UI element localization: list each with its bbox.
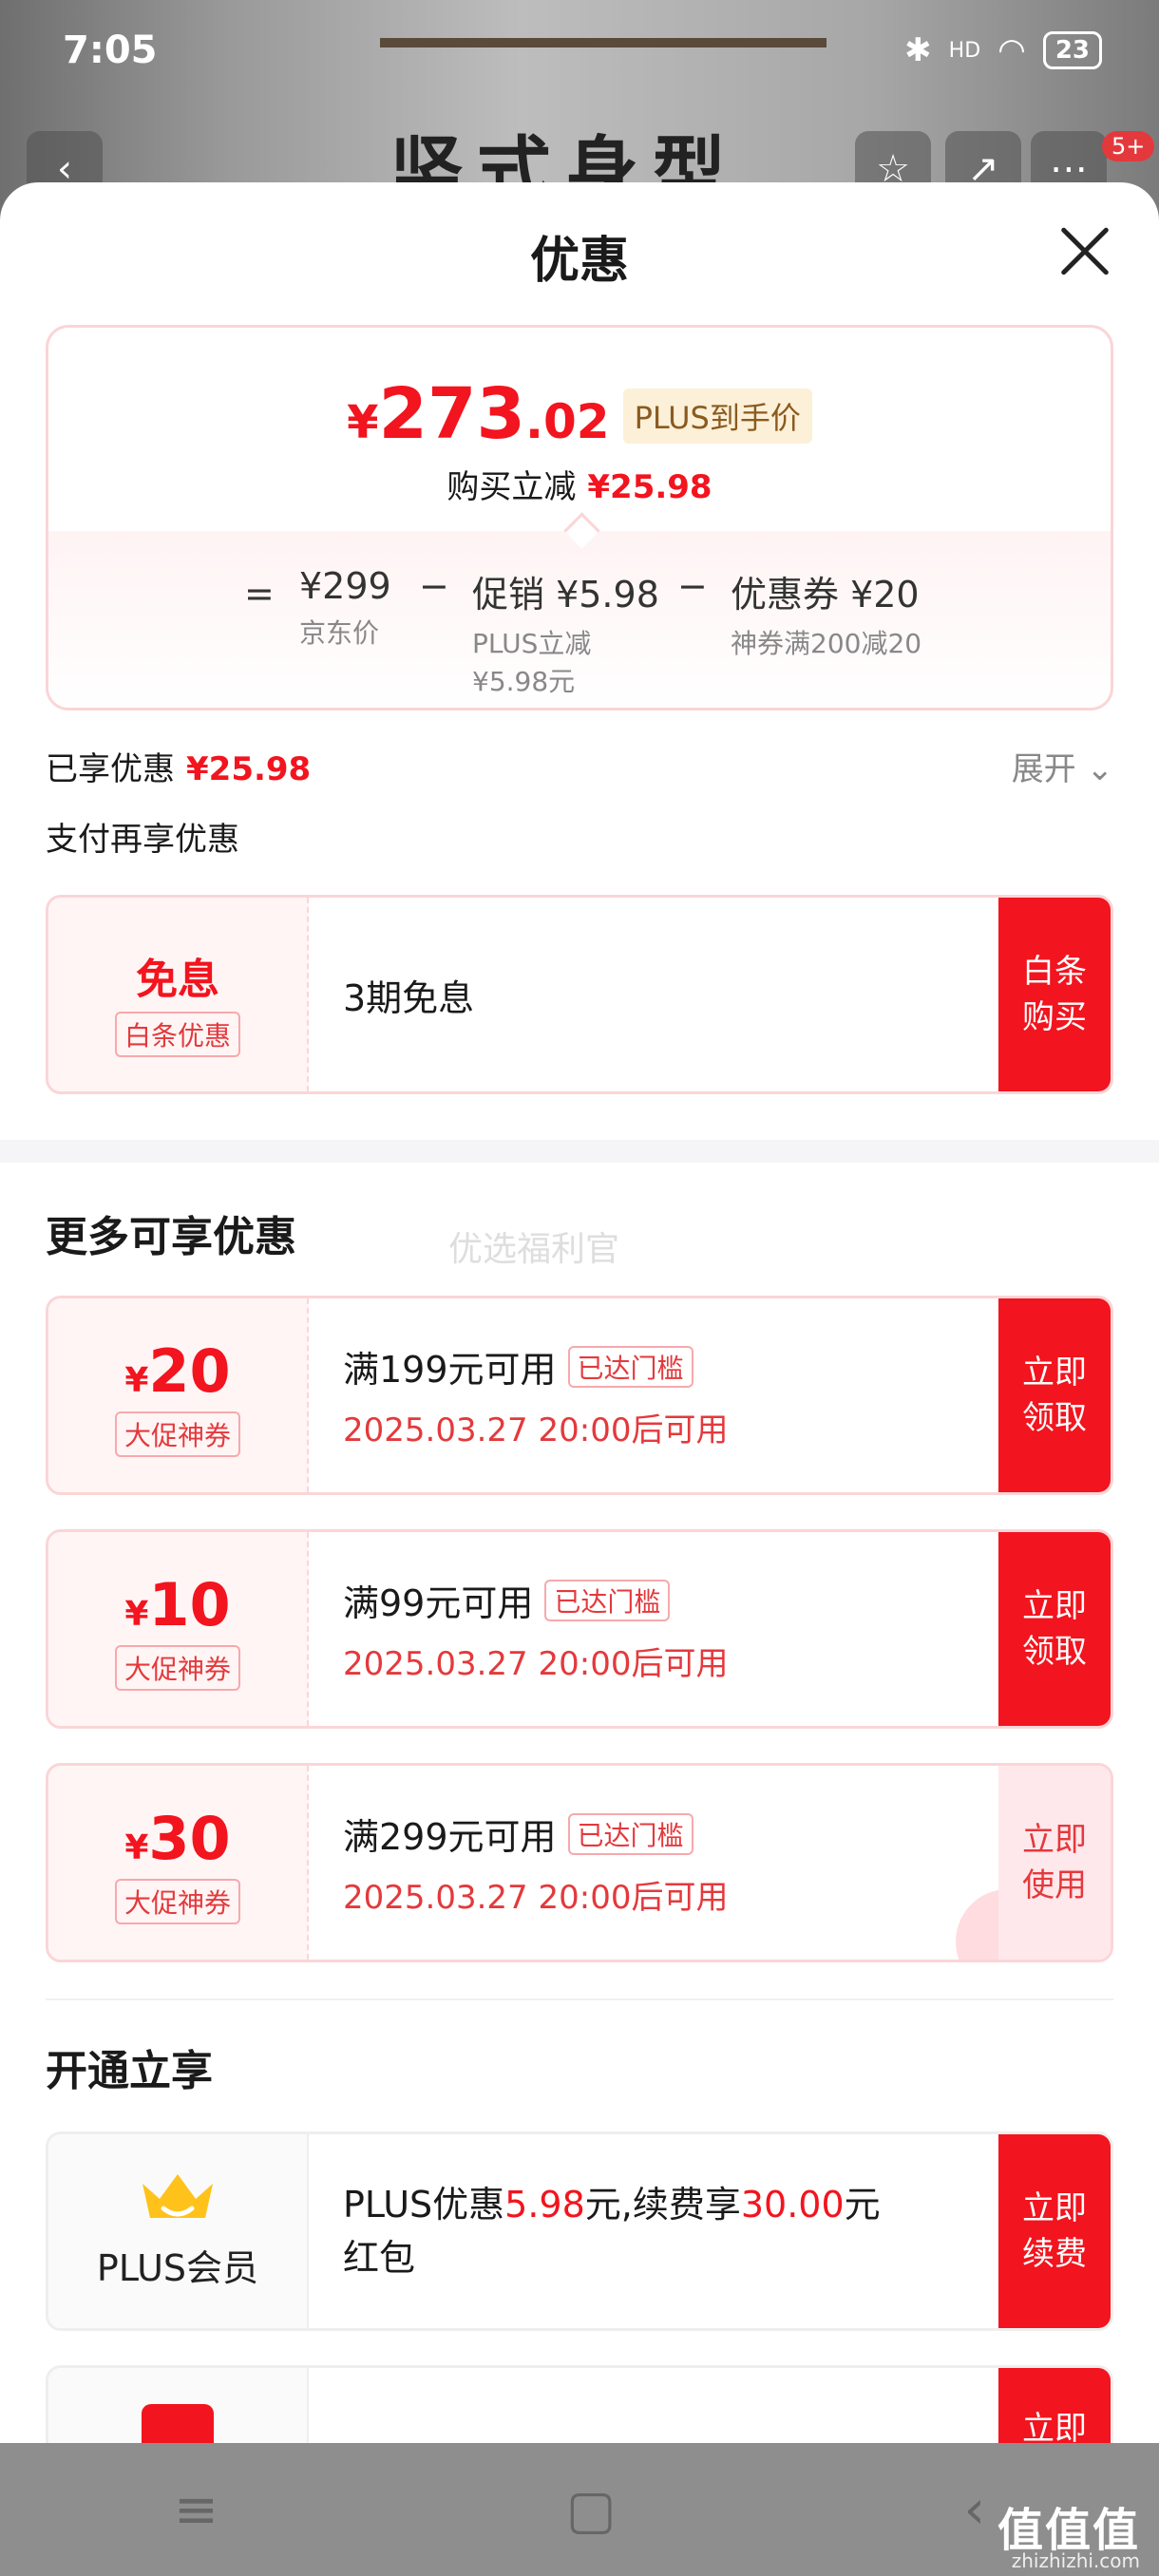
plus-member-card: PLUS会员 PLUS优惠5.98元,续费享30.00元 红包 立即 续费 <box>46 2131 1113 2331</box>
status-bar: 7:05 ✱ HD ◠ 23 <box>0 0 1159 101</box>
threshold-badge: 已达门槛 <box>567 1812 694 1855</box>
minus-sign: − <box>677 565 708 607</box>
signal-icon: HD <box>948 38 981 63</box>
plus-member-label: PLUS会员 <box>96 2247 259 2289</box>
battery-icon: 23 <box>1042 31 1102 69</box>
back-nav-icon[interactable]: ‹ <box>964 2479 985 2541</box>
sheet-title: 优惠 <box>529 233 629 290</box>
interest-free-label: 免息 <box>136 956 219 1004</box>
pay-discount-title: 支付再享优惠 <box>46 821 239 859</box>
use-button[interactable]: 立即 使用 <box>998 1766 1111 1960</box>
partial-card: 立即 <box>46 2365 1113 2443</box>
coupon-card: ¥10 大促神券 满99元可用 已达门槛 2025.03.27 20:00后可用 … <box>46 1529 1113 1729</box>
wifi-icon: ◠ <box>998 31 1026 69</box>
coupon-condition: 满299元可用 <box>343 1816 557 1858</box>
coupon-condition: 满99元可用 <box>343 1582 534 1624</box>
coupon-card: ¥20 大促神券 满199元可用 已达门槛 2025.03.27 20:00后可用… <box>46 1296 1113 1495</box>
baitiao-tag: 白条优惠 <box>114 1012 240 1057</box>
home-icon[interactable]: ▢ <box>566 2479 617 2541</box>
coupon-tag: 大促神券 <box>114 1645 240 1691</box>
equals-sign: = <box>244 573 275 615</box>
baitiao-buy-button[interactable]: 白条 购买 <box>998 898 1111 1091</box>
chevron-down-icon: ⌄ <box>1086 750 1114 788</box>
coupon-time: 2025.03.27 20:00后可用 <box>343 1879 729 1917</box>
message-badge: 5+ <box>1102 131 1155 161</box>
enjoyed-discount: 已享优惠 ¥25.98 <box>46 750 312 788</box>
system-nav-bar: ≡ ▢ ‹ <box>0 2443 1159 2576</box>
threshold-badge: 已达门槛 <box>567 1345 694 1388</box>
coupon-amount: 20 <box>148 1336 231 1406</box>
plus-price-tag: PLUS到手价 <box>622 388 812 444</box>
expand-button[interactable]: 展开 ⌄ <box>1012 743 1113 789</box>
claim-button[interactable]: 立即 领取 <box>998 1298 1111 1492</box>
coupon-time: 2025.03.27 20:00后可用 <box>343 1645 729 1683</box>
partial-action-button[interactable]: 立即 <box>998 2368 1111 2443</box>
promo-item: 促销 ¥5.98 PLUS立减 ¥5.98元 <box>472 574 659 697</box>
price-breakdown: = ¥299 京东价 − 促销 ¥5.98 PLUS立减 ¥5.98元 − 优惠… <box>48 531 1111 708</box>
price-card: ¥273.02 PLUS到手价 购买立减 ¥25.98 = ¥299 京东价 − … <box>46 325 1113 710</box>
purchase-reduction: 购买立减 ¥25.98 <box>446 468 712 506</box>
coupon-card: ¥30 大促神券 满299元可用 已达门槛 2025.03.27 20:00后可用… <box>46 1763 1113 1962</box>
more-discount-title: 更多可享优惠 <box>46 1213 296 1261</box>
coupon-time: 2025.03.27 20:00后可用 <box>343 1411 729 1449</box>
coupon-tag: 大促神券 <box>114 1411 240 1457</box>
base-price-item: ¥299 京东价 <box>299 565 391 649</box>
coupon-item: 优惠券 ¥20 神券满200减20 <box>731 574 922 659</box>
coupon-tag: 大促神券 <box>114 1879 240 1924</box>
app-icon <box>142 2404 214 2443</box>
coupon-condition: 满199元可用 <box>343 1349 557 1391</box>
installment-text: 3期免息 <box>343 976 475 1019</box>
status-icons: ✱ HD ◠ 23 <box>904 31 1102 69</box>
close-icon[interactable] <box>1056 222 1113 279</box>
plus-benefit-text: PLUS优惠5.98元,续费享30.00元 红包 <box>343 2184 881 2279</box>
coupon-amount: 10 <box>148 1570 231 1639</box>
claim-button[interactable]: 立即 领取 <box>998 1532 1111 1726</box>
watermark: 优选福利官 <box>448 1230 620 1269</box>
open-benefit-title: 开通立享 <box>46 2047 213 2095</box>
baitiao-card: 免息 白条优惠 3期免息 白条 购买 <box>46 895 1113 1094</box>
section-divider <box>0 1140 1159 1163</box>
renew-button[interactable]: 立即 续费 <box>998 2134 1111 2328</box>
minus-sign: − <box>419 565 449 607</box>
divider <box>46 1998 1113 2000</box>
coupon-amount: 30 <box>148 1804 231 1873</box>
final-price: ¥273.02 <box>347 373 610 455</box>
site-url: zhizhizhi.com <box>1011 2549 1140 2572</box>
threshold-badge: 已达门槛 <box>544 1579 671 1621</box>
crown-icon <box>139 2170 217 2227</box>
bluetooth-icon: ✱ <box>904 31 932 69</box>
menu-icon[interactable]: ≡ <box>174 2479 218 2541</box>
status-time: 7:05 <box>63 28 158 72</box>
discount-sheet: 优惠 ¥273.02 PLUS到手价 购买立减 ¥25.98 = ¥299 京东价… <box>0 182 1159 2443</box>
